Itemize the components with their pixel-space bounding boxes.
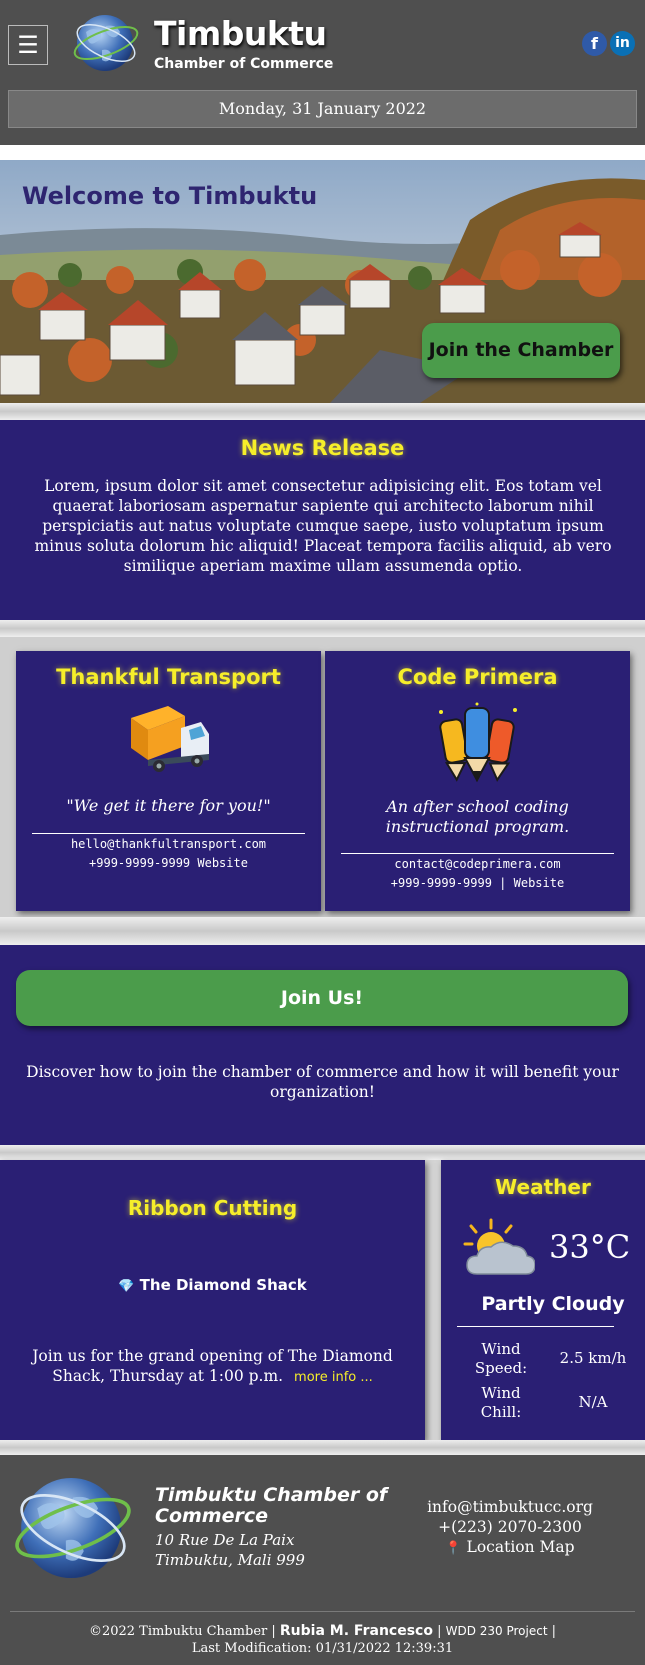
news-body: Lorem, ipsum dolor sit amet consectetur … bbox=[34, 477, 612, 575]
address-line-1: 10 Rue De La Paix bbox=[155, 1531, 295, 1549]
footer-divider bbox=[10, 1611, 635, 1612]
footer-org-name: Timbuktu Chamber of Commerce bbox=[155, 1484, 388, 1527]
linkedin-icon[interactable]: in bbox=[610, 31, 635, 56]
footer-phone[interactable]: +(223) 2070-2300 bbox=[410, 1517, 610, 1537]
location-map-link[interactable]: 📍 Location Map bbox=[410, 1537, 610, 1559]
copyright-line: ©2022 Timbuktu Chamber | Rubia M. France… bbox=[88, 1623, 557, 1639]
business-email[interactable]: contact@codeprimera.com bbox=[325, 855, 630, 874]
footer-address: 10 Rue De La Paix Timbuktu, Mali 999 bbox=[155, 1530, 305, 1570]
business-phone-website[interactable]: +999-9999-9999 | Website bbox=[325, 874, 630, 893]
wind-speed-label: Wind Speed: bbox=[474, 1340, 528, 1377]
site-footer: Timbuktu Chamber of Commerce 10 Rue De L… bbox=[0, 1455, 645, 1665]
join-section: Join Us! Discover how to join the chambe… bbox=[0, 945, 645, 1145]
business-card-code-primera: Code Primera An after school coding inst… bbox=[325, 651, 630, 911]
partly-cloudy-icon bbox=[463, 1218, 535, 1275]
temperature: 33°C bbox=[549, 1228, 631, 1266]
wind-speed-value: 2.5 km/h bbox=[559, 1349, 627, 1367]
section-divider bbox=[0, 620, 645, 637]
pencils-icon bbox=[439, 702, 517, 783]
diamond-icon: 💎 bbox=[118, 1279, 135, 1294]
join-us-button[interactable]: Join Us! bbox=[16, 970, 628, 1026]
news-heading: News Release bbox=[240, 436, 405, 460]
project-name: WDD 230 Project bbox=[445, 1624, 548, 1638]
section-divider bbox=[0, 1145, 645, 1160]
footer-contact: info@timbuktucc.org +(223) 2070-2300 📍 L… bbox=[410, 1497, 610, 1559]
hero-title: Welcome to Timbuktu bbox=[22, 182, 318, 210]
join-text: Discover how to join the chamber of comm… bbox=[26, 1063, 619, 1101]
brand-subtitle: Chamber of Commerce bbox=[154, 56, 334, 72]
business-name: Code Primera bbox=[397, 665, 558, 689]
wind-chill-label: Wind Chill: bbox=[480, 1384, 522, 1421]
facebook-icon[interactable]: f bbox=[582, 31, 607, 56]
ribbon-business-name: The Diamond Shack bbox=[139, 1276, 307, 1294]
brand-name: Timbuktu bbox=[154, 14, 327, 53]
column-gap bbox=[425, 1160, 441, 1440]
location-map-label: Location Map bbox=[466, 1538, 575, 1556]
delivery-truck-icon bbox=[131, 706, 209, 772]
hero-banner: Welcome to Timbuktu Join the Chamber bbox=[0, 160, 645, 403]
address-line-2: Timbuktu, Mali 999 bbox=[155, 1551, 305, 1569]
ribbon-business: 💎 The Diamond Shack bbox=[0, 1276, 425, 1294]
section-divider bbox=[0, 917, 645, 945]
news-release-section: News Release Lorem, ipsum dolor sit amet… bbox=[0, 420, 645, 620]
weather-section: Weather 33°C Partly Cloudy Wind Speed: 2… bbox=[441, 1160, 645, 1440]
footer-email[interactable]: info@timbuktucc.org bbox=[410, 1497, 610, 1517]
map-pin-icon: 📍 bbox=[445, 1541, 462, 1556]
author-name: Rubia M. Francesco bbox=[279, 1623, 433, 1639]
business-card-thankful-transport: Thankful Transport "We get it there for … bbox=[16, 651, 321, 911]
globe-logo-icon[interactable] bbox=[72, 10, 140, 76]
business-email[interactable]: hello@thankfultransport.com bbox=[16, 835, 321, 854]
divider-line bbox=[32, 833, 305, 834]
current-date: Monday, 31 January 2022 bbox=[8, 90, 637, 128]
ribbon-description: Join us for the grand opening of The Dia… bbox=[20, 1346, 405, 1388]
more-info-link[interactable]: more info ... bbox=[294, 1370, 373, 1385]
weather-heading: Weather bbox=[495, 1175, 591, 1199]
site-header: ☰ Timbuktu Chamber of Commerce f in Mond… bbox=[0, 0, 645, 145]
globe-logo-icon bbox=[15, 1477, 131, 1579]
wind-chill-value: N/A bbox=[578, 1393, 608, 1411]
ribbon-cutting-section: Ribbon Cutting 💎 The Diamond Shack Join … bbox=[0, 1160, 425, 1440]
hamburger-menu-button[interactable]: ☰ bbox=[8, 25, 48, 65]
weather-condition: Partly Cloudy bbox=[481, 1293, 625, 1315]
divider-line bbox=[457, 1326, 614, 1327]
business-name: Thankful Transport bbox=[56, 665, 281, 689]
section-divider bbox=[0, 1440, 645, 1455]
business-tagline: An after school coding instructional pro… bbox=[385, 797, 570, 836]
copyright-text: ©2022 Timbuktu Chamber bbox=[88, 1624, 268, 1639]
last-modification: Last Modification: 01/31/2022 12:39:31 bbox=[191, 1641, 454, 1656]
ribbon-heading: Ribbon Cutting bbox=[127, 1196, 298, 1220]
business-tagline: "We get it there for you!" bbox=[66, 796, 271, 815]
footer-copyright: ©2022 Timbuktu Chamber | Rubia M. France… bbox=[0, 1623, 645, 1657]
section-divider bbox=[0, 403, 645, 420]
business-phone-website[interactable]: +999-9999-9999 Website bbox=[16, 854, 321, 873]
join-chamber-button[interactable]: Join the Chamber bbox=[422, 323, 620, 378]
divider-line bbox=[341, 853, 614, 854]
